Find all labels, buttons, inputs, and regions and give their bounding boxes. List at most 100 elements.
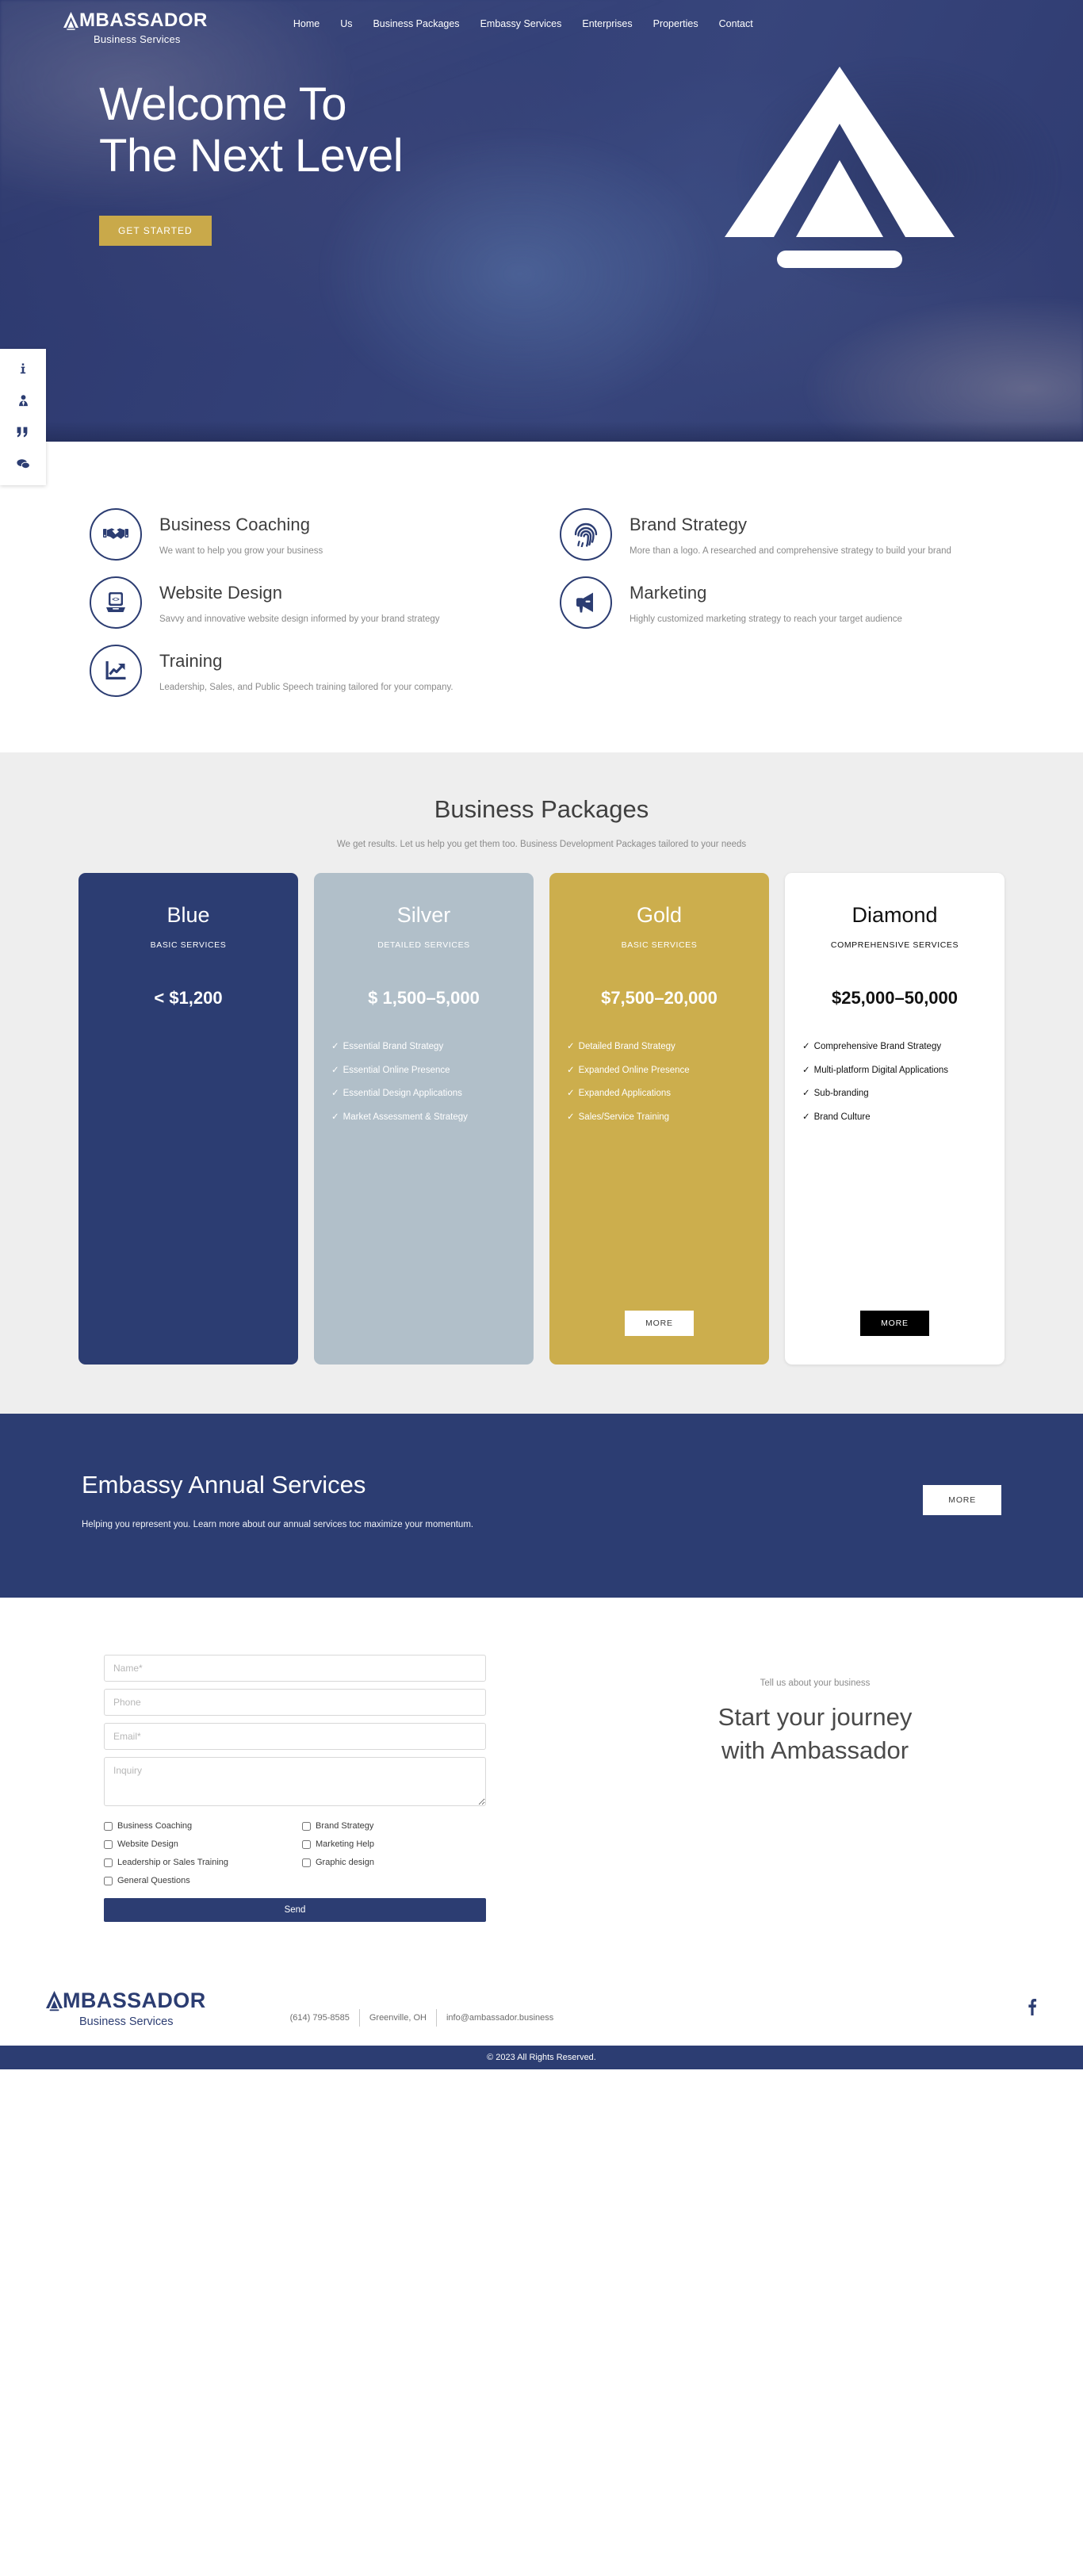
service-title: Business Coaching: [159, 515, 311, 534]
service-icon-circle: <>: [90, 576, 142, 629]
embassy-section: Embassy Annual Services Helping you repr…: [0, 1414, 1083, 1598]
pricing-more-button[interactable]: MORE: [625, 1311, 694, 1336]
brand-logo[interactable]: MBASSADOR Business Services: [63, 11, 208, 44]
footer-location: Greenville, OH: [369, 2012, 427, 2023]
hero-title-line-2: The Next Level: [99, 129, 404, 182]
contact-inner: Business Coaching Brand Strategy Website…: [82, 1655, 1001, 1922]
checkbox-business-coaching[interactable]: Business Coaching: [104, 1821, 288, 1831]
feature-label: Essential Brand Strategy: [343, 1042, 444, 1051]
packages-title: Business Packages: [434, 795, 649, 823]
check-icon: ✓: [331, 1042, 339, 1051]
checkbox-graphic-design[interactable]: Graphic design: [302, 1858, 486, 1867]
pricing-card-price: $ 1,500–5,000: [368, 988, 480, 1008]
quote-icon[interactable]: [14, 423, 32, 441]
feature-label: Comprehensive Brand Strategy: [813, 1042, 942, 1051]
service-card-marketing[interactable]: Marketing Highly customized marketing st…: [552, 576, 1001, 629]
service-card-brand-strategy[interactable]: Brand Strategy More than a logo. A resea…: [552, 508, 1001, 561]
get-started-button[interactable]: GET STARTED: [99, 215, 212, 246]
pitch-heading-line-2: with Ambassador: [721, 1736, 909, 1764]
service-title: Training: [159, 651, 223, 671]
megaphone-icon: [576, 592, 593, 613]
checkbox-input[interactable]: [104, 1876, 113, 1885]
service-description: Savvy and innovative website design info…: [159, 614, 440, 624]
services-section: Business Coaching We want to help you gr…: [0, 442, 1083, 752]
service-icon-circle: [90, 645, 142, 697]
feature-item: ✓ Essential Design Applications: [331, 1087, 516, 1100]
chat-bubbles-icon[interactable]: [14, 455, 32, 473]
pricing-cards: Blue BASIC SERVICES < $1,200 MORE Silver…: [78, 873, 1005, 1365]
footer-email[interactable]: info@ambassador.business: [437, 2013, 563, 2023]
checkbox-input[interactable]: [302, 1839, 311, 1849]
check-icon: ✓: [567, 1089, 575, 1099]
checkbox-input[interactable]: [104, 1858, 113, 1867]
feature-label: Multi-platform Digital Applications: [813, 1065, 949, 1075]
checkbox-label: Brand Strategy: [316, 1821, 374, 1831]
nav-item-enterprises[interactable]: Enterprises: [582, 18, 632, 29]
checkbox-input[interactable]: [302, 1858, 311, 1867]
service-card-training[interactable]: Training Leadership, Sales, and Public S…: [82, 645, 531, 697]
side-social-rail: [0, 349, 46, 485]
footer-phone[interactable]: (614) 795-8585: [281, 2013, 359, 2023]
contact-form: Business Coaching Brand Strategy Website…: [82, 1655, 486, 1922]
copyright-bar: © 2023 All Rights Reserved.: [0, 2045, 1083, 2069]
pricing-card-gold[interactable]: Gold BASIC SERVICES $7,500–20,000 ✓ Detai…: [549, 873, 769, 1365]
checkbox-brand-strategy[interactable]: Brand Strategy: [302, 1821, 486, 1831]
svg-text:<>: <>: [112, 595, 120, 603]
embassy-more-button[interactable]: MORE: [923, 1485, 1001, 1515]
embassy-text: Embassy Annual Services Helping you repr…: [82, 1471, 473, 1529]
service-card-business-coaching[interactable]: Business Coaching We want to help you gr…: [82, 508, 531, 561]
hero-title: Welcome To The Next Level: [99, 78, 1083, 182]
embassy-title: Embassy Annual Services: [82, 1471, 366, 1499]
check-icon: ✓: [802, 1112, 810, 1123]
pricing-more-button[interactable]: MORE: [860, 1311, 929, 1336]
inquiry-textarea[interactable]: [104, 1757, 486, 1806]
pricing-card-silver[interactable]: Silver DETAILED SERVICES $ 1,500–5,000 ✓…: [314, 873, 534, 1365]
person-tie-icon[interactable]: [14, 392, 32, 409]
checkbox-leadership-sales-training[interactable]: Leadership or Sales Training: [104, 1858, 288, 1867]
phone-input[interactable]: [104, 1689, 486, 1716]
footer-brand-subtitle: Business Services: [79, 2015, 174, 2028]
footer-logo[interactable]: MBASSADOR Business Services: [46, 1990, 206, 2028]
service-description: We want to help you grow your business: [159, 546, 323, 556]
feature-label: Expanded Applications: [578, 1089, 672, 1099]
check-icon: ✓: [802, 1089, 810, 1099]
handshake-icon: [103, 528, 128, 539]
checkbox-general-questions[interactable]: General Questions: [104, 1876, 288, 1885]
nav-links: Home Us Business Packages Embassy Servic…: [293, 18, 753, 29]
service-icon-circle: [560, 576, 612, 629]
name-input[interactable]: [104, 1655, 486, 1682]
check-icon: ✓: [567, 1065, 575, 1075]
pitch-heading-line-1: Start your journey: [718, 1703, 913, 1731]
check-icon: ✓: [567, 1042, 575, 1051]
service-description: Leadership, Sales, and Public Speech tra…: [159, 683, 453, 692]
check-icon: ✓: [802, 1065, 810, 1075]
pricing-card-diamond[interactable]: Diamond COMPREHENSIVE SERVICES $25,000–5…: [785, 873, 1005, 1365]
pricing-card-name: Gold: [636, 903, 683, 927]
nav-item-properties[interactable]: Properties: [653, 18, 698, 29]
pricing-card-blue[interactable]: Blue BASIC SERVICES < $1,200 MORE: [78, 873, 298, 1365]
nav-item-contact[interactable]: Contact: [719, 18, 753, 29]
checkbox-marketing-help[interactable]: Marketing Help: [302, 1839, 486, 1849]
facebook-icon[interactable]: [1028, 1998, 1037, 2019]
email-input[interactable]: [104, 1723, 486, 1750]
checkbox-input[interactable]: [302, 1821, 311, 1831]
service-text: Marketing Highly customized marketing st…: [630, 576, 902, 626]
info-icon[interactable]: [14, 360, 32, 377]
service-icon-circle: [560, 508, 612, 561]
service-text: Website Design Savvy and innovative webs…: [159, 576, 440, 626]
footer-brand-word: MBASSADOR: [63, 1988, 206, 2012]
send-button[interactable]: Send: [104, 1898, 486, 1922]
feature-label: Expanded Online Presence: [578, 1065, 690, 1075]
nav-item-business-packages[interactable]: Business Packages: [373, 18, 459, 29]
checkbox-input[interactable]: [104, 1821, 113, 1831]
checkbox-label: General Questions: [117, 1876, 190, 1885]
nav-item-embassy-services[interactable]: Embassy Services: [480, 18, 562, 29]
checkbox-input[interactable]: [104, 1839, 113, 1849]
nav-item-us[interactable]: Us: [340, 18, 352, 29]
footer: MBASSADOR Business Services (614) 795-85…: [0, 1966, 1083, 2046]
checkbox-website-design[interactable]: Website Design: [104, 1839, 288, 1849]
nav-item-home[interactable]: Home: [293, 18, 320, 29]
brand-subtitle: Business Services: [94, 33, 181, 45]
service-card-website-design[interactable]: <> Website Design Savvy and innovative w…: [82, 576, 531, 629]
pricing-card-name: Diamond: [851, 903, 938, 927]
